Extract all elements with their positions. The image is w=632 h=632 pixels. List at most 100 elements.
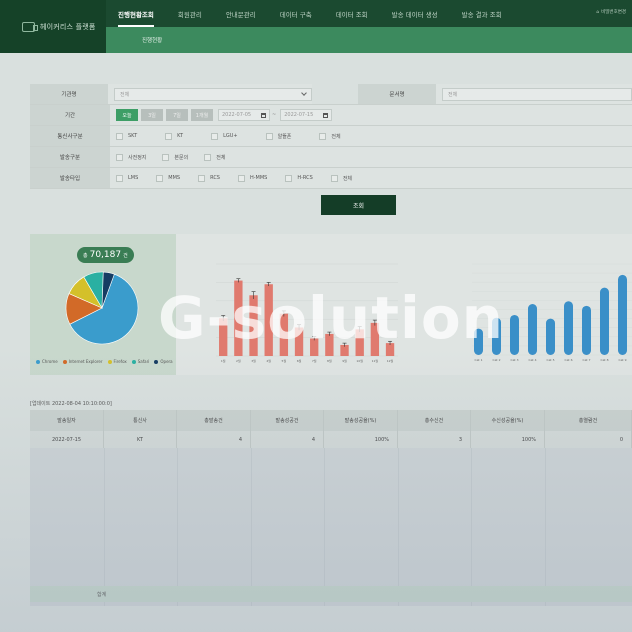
checkbox[interactable] [285,174,293,182]
carrier-option[interactable]: 전체 [319,132,341,140]
legend-item[interactable]: Opera [154,359,173,364]
checkbox[interactable] [237,174,245,182]
date-to-input[interactable]: 2022-07-15 [280,109,333,121]
send-kind-option-label: MMS [168,175,181,181]
carrier-option[interactable]: SKT [116,132,137,140]
checkbox[interactable] [162,153,170,161]
table-cell: 100% [471,431,545,448]
checkbox[interactable] [165,132,173,140]
send-type-option[interactable]: 전체 [204,153,226,161]
period-1month-button[interactable]: 1개월 [191,109,213,121]
total-suffix: 건 [123,252,128,259]
legend-item[interactable]: Safari [131,359,149,364]
checkbox[interactable] [319,132,327,140]
send-type-option-label: 전체 [216,154,226,161]
table-cell: KT [104,431,177,448]
period-label: 기간 [30,105,110,125]
nav-item-data-build[interactable]: 데이터 구축 [268,0,324,27]
send-kind-option[interactable]: LMS [116,174,139,182]
x-tick-label: Cat 7 [583,358,591,362]
x-tick-label: Cat 5 [547,358,555,362]
change-password-link[interactable]: ⌂ 비밀번호변경 [596,9,626,16]
bar [528,304,537,355]
period-7day-button[interactable]: 7일 [166,109,188,121]
nav-item-send-create[interactable]: 발송 데이터 생성 [380,0,450,27]
send-type-option[interactable]: 사전정지 [116,153,146,161]
send-type-option[interactable]: 본문의 [162,153,189,161]
send-kind-option-label: H-RCS [297,175,313,181]
sub-navigation-bar: 진행현황 [106,27,632,53]
period-3day-button[interactable]: 3일 [141,109,163,121]
carrier-option-label: 알뜰폰 [277,133,292,140]
date-from-input[interactable]: 2022-07-05 [218,109,270,121]
checkbox[interactable] [116,153,123,161]
subnav-item-progress[interactable]: 진행현황 [142,36,162,44]
org-select[interactable]: 전체 [114,87,312,101]
checkbox[interactable] [330,174,338,182]
checkbox[interactable] [204,153,212,161]
nav-item-send-result[interactable]: 발송 결과 조회 [450,0,514,27]
legend-item[interactable]: Firefox [107,359,127,364]
send-kind-option[interactable]: H-MMS [237,174,267,182]
table-cell: 2022-07-15 [30,431,104,448]
legend-item[interactable]: Chrome [36,359,58,364]
pie-chart [65,271,139,345]
nav-item-status[interactable]: 진행현황조회 [106,0,166,27]
send-kind-option-label: LMS [128,175,139,181]
carrier-label: 통신사구분 [30,126,110,146]
carrier-option[interactable]: LGU+ [211,132,238,140]
checkbox[interactable] [116,132,123,140]
legend-item[interactable]: Internet Explorer [62,359,103,364]
send-kind-option[interactable]: H-RCS [285,174,313,182]
period-today-button[interactable]: 오늘 [116,109,138,121]
total-count-badge: 총 70,187 건 [77,247,134,263]
send-kind-option[interactable]: RCS [198,174,220,182]
date-from-value: 2022-07-05 [222,112,252,118]
carrier-option[interactable]: KT [165,132,183,140]
checkbox[interactable] [116,174,123,182]
x-tick-label: 4월 [266,358,271,363]
legend-dot [154,359,159,364]
filter-row-send-kind: 발송타입 LMS MMS RCS H-MMS H-RCS 전체 [30,168,632,189]
checkbox[interactable] [265,132,273,140]
table-cell: 100% [324,431,398,448]
column-header: 통신사 [104,410,177,431]
brand-logo[interactable]: 헤이커리스 플랫폼 [0,0,106,53]
column-divider [104,448,105,606]
filter-row-carrier: 통신사구분 SKT KT LGU+ 알뜰폰 전체 [30,126,632,147]
pie-legend: Chrome Internet Explorer Firefox Safari Oper… [36,359,173,364]
send-kind-option[interactable]: 전체 [330,174,352,182]
x-tick-label: 8월 [327,358,332,363]
chevron-down-icon [301,90,307,96]
doc-select[interactable]: 전체 [442,87,632,101]
legend-dot [36,359,40,364]
calendar-icon[interactable] [261,112,266,118]
doc-label: 문서명 [358,84,436,104]
filter-row-period: 기간 오늘 3일 7일 1개월 2022-07-05 ~ 2022-07-15 [30,105,632,126]
search-button[interactable]: 조회 [321,195,396,215]
checkbox[interactable] [156,174,164,182]
checkbox[interactable] [198,174,206,182]
send-type-option-label: 본문의 [174,154,189,161]
carrier-option[interactable]: 알뜰폰 [265,132,292,140]
column-header: 수신성공율(%) [471,410,545,431]
send-kind-option[interactable]: MMS [156,174,181,182]
main-nav: 진행현황조회 회원관리 안내문관리 데이터 구축 데이터 조회 발송 데이터 생… [106,0,514,27]
column-header: 총발송건 [177,410,251,431]
x-tick-label: 10월 [356,358,363,363]
nav-item-notices[interactable]: 안내문관리 [214,0,268,27]
x-tick-label: 1월 [221,358,226,363]
column-divider [545,448,546,606]
legend-dot [131,359,136,364]
checkbox[interactable] [211,132,219,140]
column-header: 발송일자 [30,410,104,431]
legend-dot [62,359,67,364]
nav-item-data-query[interactable]: 데이터 조회 [324,0,380,27]
calendar-icon[interactable] [323,112,329,118]
table-cell: 0 [545,431,632,448]
x-tick-label: Cat 8 [601,358,609,362]
nav-item-members[interactable]: 회원관리 [166,0,214,27]
x-tick-label: Cat 2 [493,358,501,362]
date-separator: ~ [272,112,277,118]
send-kind-label: 발송타입 [30,168,110,188]
